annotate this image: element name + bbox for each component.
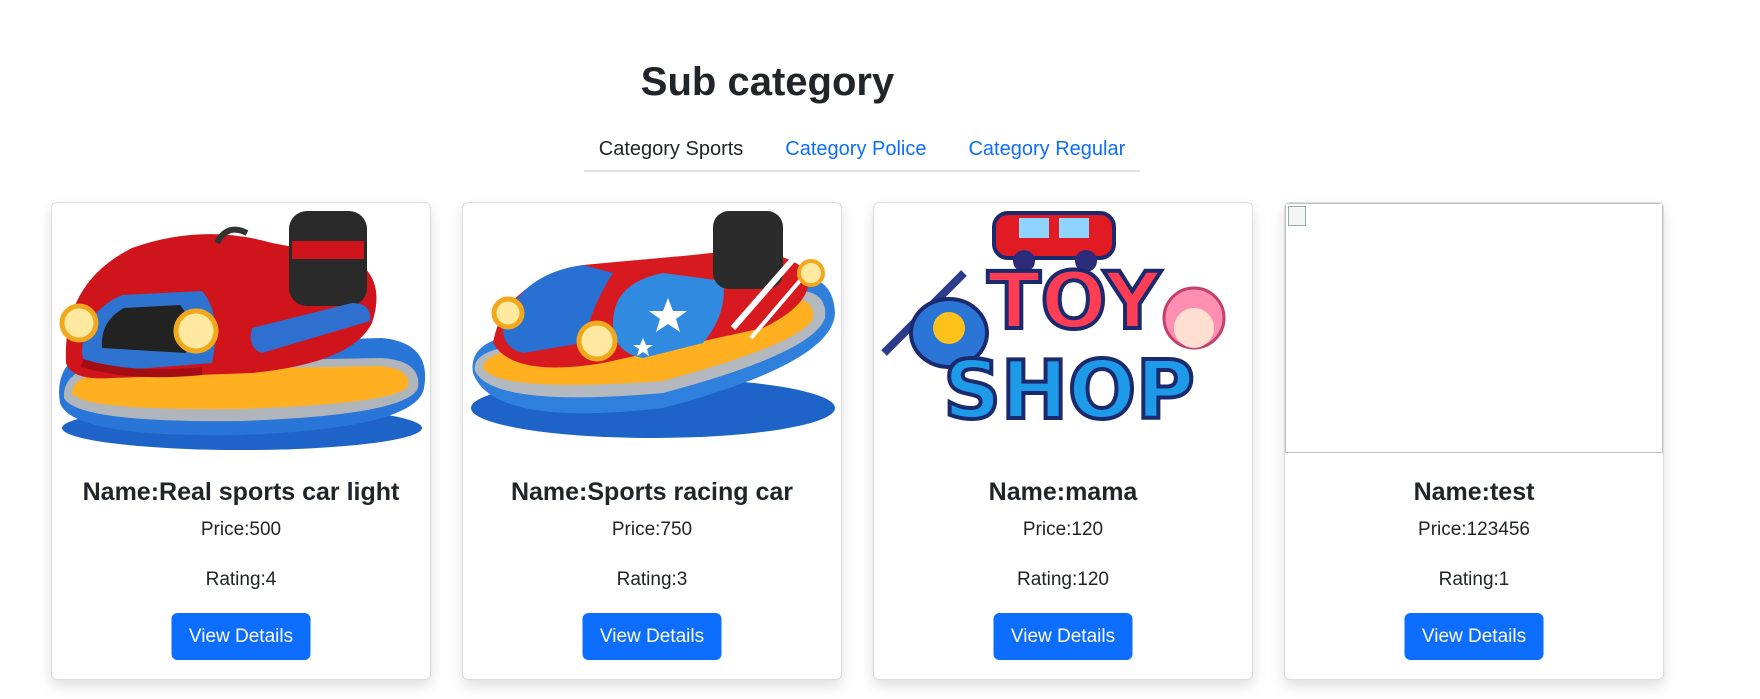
product-image <box>1285 203 1663 453</box>
product-price: Price:500 <box>200 519 282 540</box>
product-image <box>52 203 430 453</box>
view-details-button[interactable]: View Details <box>171 613 311 660</box>
product-name: Name:mama <box>988 478 1138 506</box>
product-price: Price:123456 <box>1418 519 1530 540</box>
product-rating: Rating:1 <box>1438 569 1510 590</box>
product-image: TOY SHOP <box>874 203 1252 453</box>
product-price: Price:120 <box>1022 519 1104 540</box>
product-name: Name:test <box>1413 478 1535 506</box>
product-card: Name:test Price:123456 Rating:1 View Det… <box>1284 202 1664 680</box>
view-details-button[interactable]: View Details <box>993 613 1133 660</box>
broken-image-icon <box>1288 206 1306 226</box>
tab-category-regular[interactable]: Category Regular <box>947 128 1146 170</box>
tab-category-police[interactable]: Category Police <box>764 128 947 170</box>
product-rating: Rating:120 <box>1017 569 1109 590</box>
product-image <box>463 203 841 453</box>
product-card: TOY SHOP Name:mama Price:120 Rating:120 … <box>873 202 1253 680</box>
red-bumper-car-illustration <box>59 211 426 450</box>
view-details-button[interactable]: View Details <box>1404 613 1544 660</box>
page-title: Sub category <box>640 60 895 104</box>
toy-shop-logo-illustration: TOY SHOP <box>881 211 1226 439</box>
svg-text:TOY: TOY <box>987 257 1162 347</box>
blue-red-bumper-car-illustration <box>471 211 835 438</box>
product-name: Name:Real sports car light <box>82 478 400 506</box>
category-tabs: Category Sports Category Police Category… <box>584 128 1140 172</box>
product-card: Name:Sports racing car Price:750 Rating:… <box>462 202 842 680</box>
product-price: Price:750 <box>611 519 693 540</box>
product-name: Name:Sports racing car <box>510 478 794 506</box>
product-rating: Rating:3 <box>616 569 688 590</box>
product-card: Name:Real sports car light Price:500 Rat… <box>51 202 431 680</box>
tab-category-sports[interactable]: Category Sports <box>578 128 765 170</box>
product-rating: Rating:4 <box>205 569 277 590</box>
view-details-button[interactable]: View Details <box>582 613 722 660</box>
svg-text:SHOP: SHOP <box>943 344 1194 437</box>
